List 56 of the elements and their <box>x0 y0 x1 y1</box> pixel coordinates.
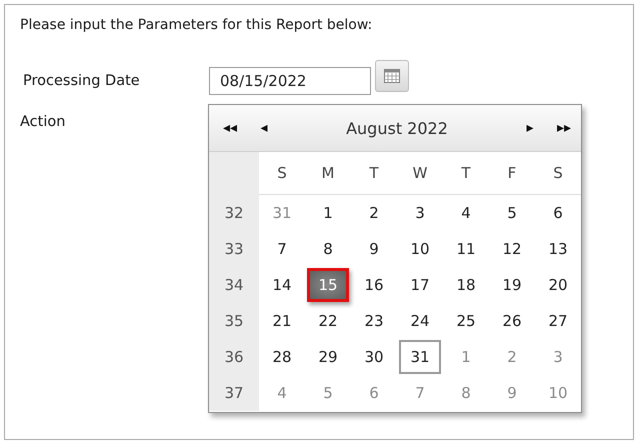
weekday-label: S <box>535 152 581 195</box>
calendar-day[interactable]: 29 <box>307 340 349 374</box>
calendar-day[interactable]: 26 <box>491 304 533 338</box>
week-number: 37 <box>209 375 259 411</box>
calendar-button[interactable] <box>375 60 409 92</box>
calendar-day[interactable]: 15 <box>307 268 349 302</box>
calendar-day[interactable]: 18 <box>445 268 487 302</box>
calendar-day[interactable]: 4 <box>445 196 487 230</box>
calendar-day[interactable]: 27 <box>537 304 579 338</box>
calendar-day[interactable]: 14 <box>261 268 303 302</box>
week-number: 34 <box>209 267 259 303</box>
calendar-day[interactable]: 6 <box>537 196 579 230</box>
weekday-label: S <box>259 152 305 195</box>
week-number: 36 <box>209 339 259 375</box>
calendar-day[interactable]: 8 <box>307 232 349 266</box>
parameter-label: Processing Date <box>23 73 141 89</box>
calendar-day[interactable]: 16 <box>353 268 395 302</box>
calendar-day[interactable]: 28 <box>261 340 303 374</box>
instruction-text: Please input the Parameters for this Report below: <box>19 16 374 33</box>
calendar-day[interactable]: 11 <box>445 232 487 266</box>
calendar-day[interactable]: 1 <box>307 196 349 230</box>
calendar-day[interactable]: 31 <box>399 340 441 374</box>
calendar-day[interactable]: 20 <box>537 268 579 302</box>
calendar-icon <box>384 69 400 83</box>
week-number: 35 <box>209 303 259 339</box>
weekday-label: M <box>305 152 351 195</box>
first-month-button[interactable]: ◂◂ <box>213 117 247 139</box>
calendar-day[interactable]: 22 <box>307 304 349 338</box>
parameter-label: Action <box>20 114 66 130</box>
calendar-day[interactable]: 7 <box>261 232 303 266</box>
week-number: 32 <box>209 195 259 231</box>
weekday-label: W <box>397 152 443 195</box>
last-month-button[interactable]: ▸▸ <box>547 117 581 139</box>
calendar-day[interactable]: 2 <box>353 196 395 230</box>
weekday-label: T <box>443 152 489 195</box>
calendar-day[interactable]: 12 <box>491 232 533 266</box>
month-title[interactable]: August 2022 <box>281 115 513 141</box>
calendar-day[interactable]: 25 <box>445 304 487 338</box>
calendar-day[interactable]: 5 <box>491 196 533 230</box>
date-field[interactable]: 08/15/2022 <box>209 67 371 95</box>
calendar-day[interactable]: 21 <box>261 304 303 338</box>
calendar-day[interactable]: 17 <box>399 268 441 302</box>
calendar-day[interactable]: 19 <box>491 268 533 302</box>
calendar-day[interactable]: 9 <box>353 232 395 266</box>
week-number: 33 <box>209 231 259 267</box>
next-month-button[interactable]: ▸ <box>513 117 547 139</box>
calendar-day[interactable]: 3 <box>399 196 441 230</box>
calendar-day[interactable]: 10 <box>399 232 441 266</box>
calendar-day[interactable]: 23 <box>353 304 395 338</box>
weekday-label: T <box>351 152 397 195</box>
weekday-label: F <box>489 152 535 195</box>
previous-month-button[interactable]: ◂ <box>247 117 281 139</box>
calendar-day[interactable]: 13 <box>537 232 579 266</box>
calendar-day[interactable]: 30 <box>353 340 395 374</box>
calendar-day[interactable]: 24 <box>399 304 441 338</box>
week-column-header <box>209 152 259 195</box>
